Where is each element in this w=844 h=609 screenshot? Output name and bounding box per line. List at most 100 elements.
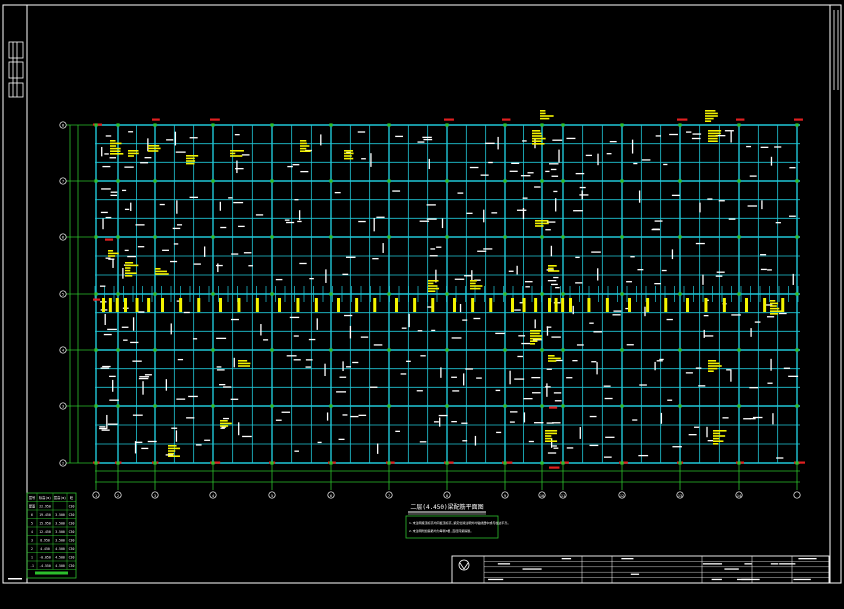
rebar-tag [255, 298, 259, 312]
rebar-note [530, 340, 538, 342]
rebar-note [548, 357, 561, 360]
column [620, 235, 624, 239]
beam-label [132, 414, 143, 416]
beam-label-vertical [112, 379, 114, 392]
beam-label [223, 386, 232, 388]
beam-label [532, 392, 541, 394]
column [270, 179, 274, 183]
beam-label [216, 366, 222, 368]
level-table-cell: 4 [31, 530, 33, 534]
beam-label [534, 422, 544, 424]
rebar-tag [548, 298, 551, 312]
column [387, 404, 391, 408]
column [153, 404, 157, 408]
beam-label [703, 314, 709, 317]
rebar-note [540, 117, 550, 120]
beam-label [102, 165, 111, 168]
column [540, 292, 544, 296]
beam-label-vertical [377, 443, 379, 454]
beam-label [177, 358, 184, 361]
column [445, 404, 449, 408]
beam-label [707, 440, 714, 442]
row-axis-label: 4 [62, 349, 64, 353]
beam-label [357, 131, 366, 133]
column [678, 404, 682, 408]
column [737, 123, 741, 127]
beam-label [144, 374, 152, 376]
beam-label-vertical [750, 328, 752, 337]
column [561, 292, 565, 296]
col-axis-label: 14 [737, 494, 741, 498]
beam-label [566, 447, 574, 449]
rebar-tag [534, 298, 538, 312]
beam-label-vertical [204, 246, 206, 257]
rebar-note [540, 110, 546, 112]
beam-label-vertical [342, 361, 344, 372]
column [116, 404, 120, 408]
beam-label-vertical [497, 136, 499, 150]
beam-label [698, 385, 706, 387]
beam-label-vertical [770, 358, 772, 371]
beam-label [685, 372, 693, 374]
beam-label [749, 387, 759, 389]
rebar-note [470, 285, 483, 287]
beam-label [510, 411, 518, 413]
rebar-tag [522, 298, 526, 312]
beam-label [632, 419, 638, 421]
beam-label-vertical [770, 156, 773, 166]
beam-label [183, 311, 190, 314]
beam-label [641, 159, 651, 161]
rebar-note [708, 367, 718, 370]
rebar-note [110, 153, 124, 155]
rebar-note [128, 152, 139, 155]
beam-label [591, 361, 597, 363]
column [503, 348, 507, 352]
beam-label-vertical [471, 270, 473, 281]
title-block-text [711, 578, 722, 581]
beam-label [626, 281, 632, 283]
column [116, 292, 120, 296]
column [153, 235, 157, 239]
beam-label [575, 256, 580, 259]
beam-label [317, 441, 322, 444]
column [445, 292, 449, 296]
column [387, 179, 391, 183]
beam-label [176, 224, 183, 226]
beam-label-vertical [772, 413, 774, 425]
beam-label [417, 330, 423, 332]
beam-label [189, 196, 199, 199]
beam-label-vertical [703, 329, 705, 338]
col-axis-label: 5 [271, 494, 273, 498]
red-marker [210, 118, 220, 121]
rebar-tag [745, 298, 748, 312]
beam-label [774, 146, 782, 148]
cad-drawing: 1 2 3 4 5 6 7 8 9 10 11 12 13 148765432 二层(4.450)梁配筋平… [0, 0, 844, 609]
beam-label-vertical [631, 139, 634, 154]
beam-label [141, 447, 149, 450]
rebar-note [545, 440, 558, 442]
row-axis-label: 8 [62, 124, 64, 128]
beam-label [566, 137, 576, 140]
rebar-tag [569, 298, 572, 312]
red-marker [444, 118, 454, 121]
beam-label [140, 162, 149, 164]
beam-label [462, 440, 468, 442]
rebar-tag [115, 298, 119, 312]
beam-label [122, 189, 127, 192]
beam-label [457, 192, 464, 194]
beam-label [766, 316, 775, 318]
rebar-note [770, 307, 780, 310]
beam-label [433, 421, 439, 423]
title-block-text [488, 578, 504, 581]
beam-label [518, 335, 526, 337]
rebar-note [708, 362, 720, 365]
drawing-code [8, 578, 22, 580]
rebar-note [168, 450, 176, 452]
rebar-note [535, 225, 544, 227]
rebar-note [548, 265, 557, 267]
rebar-note [344, 157, 354, 160]
beam-label [496, 431, 502, 434]
column [94, 235, 98, 239]
beam-label [369, 386, 378, 388]
rebar-note [238, 360, 248, 362]
